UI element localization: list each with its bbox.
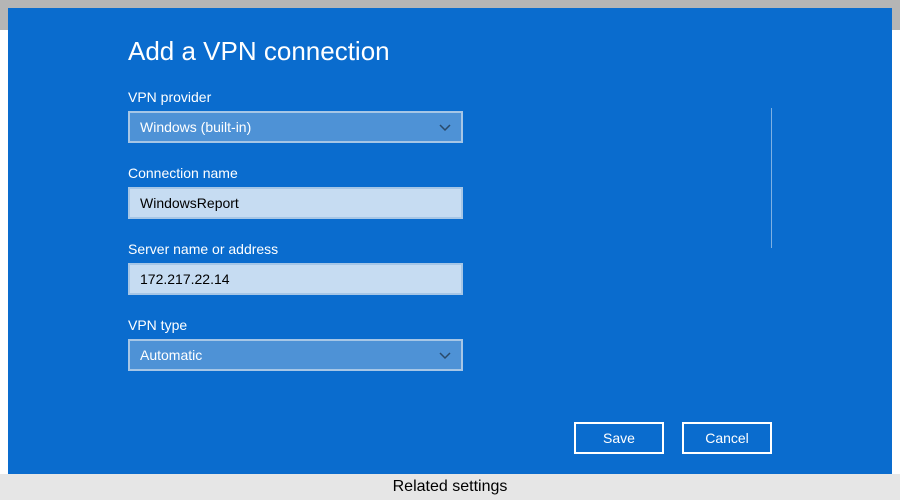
vpn-type-label: VPN type xyxy=(128,317,772,333)
server-address-input[interactable]: 172.217.22.14 xyxy=(128,263,463,295)
dialog-buttons: Save Cancel xyxy=(574,422,772,454)
related-settings-heading: Related settings xyxy=(0,474,900,500)
dialog-title: Add a VPN connection xyxy=(128,36,772,67)
vpn-provider-group: VPN provider Windows (built-in) xyxy=(128,89,772,143)
connection-name-input[interactable]: WindowsReport xyxy=(128,187,463,219)
connection-name-value: WindowsReport xyxy=(140,195,239,211)
chevron-down-icon xyxy=(439,347,451,363)
vpn-type-select[interactable]: Automatic xyxy=(128,339,463,371)
connection-name-group: Connection name WindowsReport xyxy=(128,165,772,219)
save-button[interactable]: Save xyxy=(574,422,664,454)
add-vpn-dialog: Add a VPN connection VPN provider Window… xyxy=(8,8,892,474)
vpn-provider-select[interactable]: Windows (built-in) xyxy=(128,111,463,143)
vpn-type-value: Automatic xyxy=(140,347,202,363)
cancel-button[interactable]: Cancel xyxy=(682,422,772,454)
connection-name-label: Connection name xyxy=(128,165,772,181)
chevron-down-icon xyxy=(439,119,451,135)
vpn-provider-label: VPN provider xyxy=(128,89,772,105)
server-address-label: Server name or address xyxy=(128,241,772,257)
server-address-group: Server name or address 172.217.22.14 xyxy=(128,241,772,295)
scroll-indicator[interactable] xyxy=(771,108,772,248)
vpn-type-group: VPN type Automatic xyxy=(128,317,772,371)
server-address-value: 172.217.22.14 xyxy=(140,271,230,287)
vpn-provider-value: Windows (built-in) xyxy=(140,119,251,135)
